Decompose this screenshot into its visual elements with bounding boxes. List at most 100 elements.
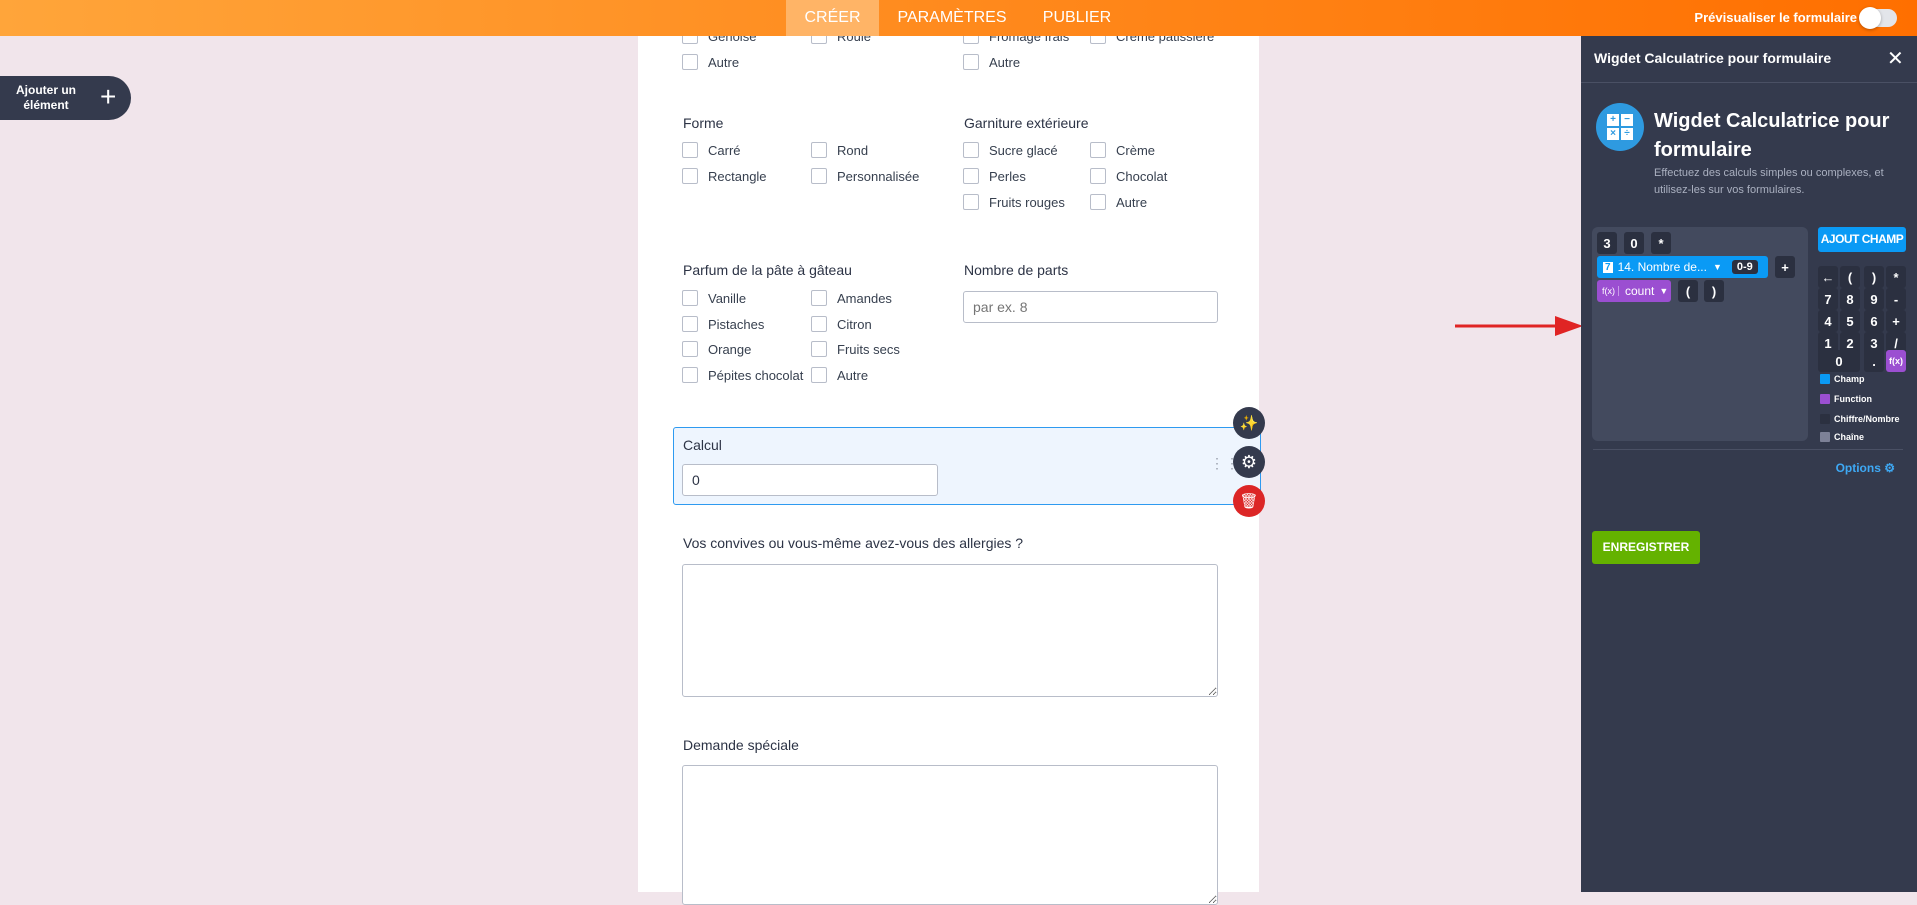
calcul-field[interactable]: Calcul 0 ⋮⋮ bbox=[673, 427, 1261, 505]
option-label: Fruits secs bbox=[837, 341, 900, 357]
save-button[interactable]: ENREGISTRER bbox=[1592, 531, 1700, 564]
key[interactable]: ) bbox=[1864, 266, 1884, 288]
checkbox-vanille[interactable]: Vanille bbox=[682, 290, 746, 306]
garniture-label: Garniture extérieure bbox=[964, 115, 1089, 131]
legend-function: Function bbox=[1820, 394, 1872, 404]
checkbox-creme[interactable]: Crème bbox=[1090, 142, 1155, 158]
key[interactable]: * bbox=[1886, 266, 1906, 288]
plus-icon: + bbox=[100, 81, 117, 112]
formula-token[interactable]: ( bbox=[1678, 280, 1698, 302]
checkbox-pepites-chocolat[interactable]: Pépites chocolat bbox=[682, 367, 803, 383]
checkbox-autre[interactable]: Autre bbox=[682, 54, 739, 70]
calcul-label: Calcul bbox=[683, 437, 722, 453]
preview-toggle[interactable] bbox=[1859, 7, 1897, 29]
checkbox-pistaches[interactable]: Pistaches bbox=[682, 316, 764, 332]
checkbox-autre[interactable]: Autre bbox=[1090, 194, 1147, 210]
checkbox-sucre-glace[interactable]: Sucre glacé bbox=[963, 142, 1058, 158]
option-label: Carré bbox=[708, 142, 741, 158]
option-label: Autre bbox=[837, 367, 869, 383]
checkbox-citron[interactable]: Citron bbox=[811, 316, 872, 332]
formula-token[interactable]: + bbox=[1775, 256, 1795, 278]
option-label: Rectangle bbox=[708, 168, 767, 184]
demande-label: Demande spéciale bbox=[683, 737, 799, 753]
formula-token[interactable]: * bbox=[1651, 232, 1671, 254]
key[interactable]: 8 bbox=[1840, 288, 1860, 310]
key-0[interactable]: 0 bbox=[1818, 350, 1860, 372]
key[interactable]: ← bbox=[1818, 266, 1838, 288]
function-chip-label: count bbox=[1625, 284, 1655, 298]
option-label: Perles bbox=[989, 168, 1026, 184]
formula-token[interactable]: 3 bbox=[1597, 232, 1617, 254]
add-field-button[interactable]: AJOUT CHAMP bbox=[1818, 227, 1906, 252]
option-label: Amandes bbox=[837, 290, 892, 306]
key[interactable]: + bbox=[1886, 310, 1906, 332]
legend-label: Chaîne bbox=[1834, 432, 1865, 442]
options-link[interactable]: Options ⚙ bbox=[1836, 461, 1895, 475]
panel-header-title: Wigdet Calculatrice pour formulaire bbox=[1594, 50, 1832, 66]
field-chip-label: 14. Nombre de... bbox=[1617, 260, 1707, 274]
key-function[interactable]: f(x) bbox=[1886, 350, 1906, 372]
option-label: Vanille bbox=[708, 290, 747, 306]
legend-label: Chiffre/Nombre bbox=[1834, 414, 1900, 424]
function-chip[interactable]: f(x) count ▼ bbox=[1597, 280, 1671, 302]
key[interactable]: 5 bbox=[1840, 310, 1860, 332]
checkbox-personnalisee[interactable]: Personnalisée bbox=[811, 168, 919, 184]
gear-icon[interactable]: ⚙ bbox=[1233, 446, 1265, 478]
forme-label: Forme bbox=[683, 115, 724, 131]
widget-title: Wigdet Calculatrice pour formulaire bbox=[1654, 110, 1890, 161]
key[interactable]: - bbox=[1886, 288, 1906, 310]
option-label: Crème bbox=[1116, 142, 1156, 158]
formula-token[interactable]: 0 bbox=[1624, 232, 1644, 254]
checkbox-fruits-secs[interactable]: Fruits secs bbox=[811, 341, 900, 357]
checkbox-autre[interactable]: Autre bbox=[963, 54, 1020, 70]
calcul-input[interactable]: 0 bbox=[682, 464, 938, 496]
top-bar: CRÉER PARAMÈTRES PUBLIER Prévisualiser l… bbox=[0, 0, 1917, 36]
tab-parametres[interactable]: PARAMÈTRES bbox=[896, 0, 1008, 36]
legend-chaine: Chaîne bbox=[1820, 432, 1864, 442]
key[interactable]: 7 bbox=[1818, 288, 1838, 310]
checkbox-rond[interactable]: Rond bbox=[811, 142, 868, 158]
close-icon[interactable]: ✕ bbox=[1887, 46, 1904, 71]
legend-label: Champ bbox=[1834, 374, 1865, 384]
formula-token[interactable]: ) bbox=[1704, 280, 1724, 302]
trash-icon[interactable]: 🗑 bbox=[1233, 485, 1265, 517]
option-label: Citron bbox=[837, 316, 872, 332]
demande-textarea[interactable] bbox=[682, 765, 1218, 905]
option-label: Sucre glacé bbox=[989, 142, 1058, 158]
option-label: Orange bbox=[708, 341, 752, 357]
checkbox-fruits-rouges[interactable]: Fruits rouges bbox=[963, 194, 1065, 210]
function-icon: f(x) bbox=[1602, 286, 1619, 296]
parfum-label: Parfum de la pâte à gâteau bbox=[683, 262, 852, 278]
legend-chiffre: Chiffre/Nombre bbox=[1820, 414, 1900, 424]
field-number: 7 bbox=[1603, 261, 1613, 273]
field-chip[interactable]: 7 14. Nombre de... ▼ 0-9 bbox=[1597, 256, 1768, 278]
key[interactable]: 6 bbox=[1864, 310, 1884, 332]
add-element-button[interactable]: Ajouter un élément + bbox=[0, 76, 131, 120]
key-dot[interactable]: . bbox=[1864, 350, 1884, 372]
gear-icon: ⚙ bbox=[1884, 461, 1895, 475]
parts-label: Nombre de parts bbox=[964, 262, 1069, 278]
allergies-textarea[interactable] bbox=[682, 564, 1218, 697]
checkbox-orange[interactable]: Orange bbox=[682, 341, 751, 357]
key[interactable]: ( bbox=[1840, 266, 1860, 288]
option-label: Autre bbox=[708, 54, 740, 70]
legend-champ: Champ bbox=[1820, 374, 1865, 384]
checkbox-amandes[interactable]: Amandes bbox=[811, 290, 892, 306]
checkbox-chocolat[interactable]: Chocolat bbox=[1090, 168, 1167, 184]
divider bbox=[1593, 449, 1903, 450]
magic-wand-icon[interactable]: ✨ bbox=[1233, 407, 1265, 439]
caret-down-icon: ▼ bbox=[1712, 262, 1722, 272]
option-label: Rond bbox=[837, 142, 869, 158]
tab-publier[interactable]: PUBLIER bbox=[1030, 0, 1124, 36]
option-label: Pépites chocolat bbox=[708, 367, 804, 383]
parts-input[interactable] bbox=[963, 291, 1218, 323]
checkbox-autre[interactable]: Autre bbox=[811, 367, 868, 383]
key[interactable]: 9 bbox=[1864, 288, 1884, 310]
key[interactable]: 4 bbox=[1818, 310, 1838, 332]
checkbox-perles[interactable]: Perles bbox=[963, 168, 1026, 184]
option-label: Pistaches bbox=[708, 316, 765, 332]
checkbox-carre[interactable]: Carré bbox=[682, 142, 741, 158]
checkbox-rectangle[interactable]: Rectangle bbox=[682, 168, 767, 184]
widget-description: Effectuez des calculs simples ou complex… bbox=[1654, 167, 1884, 196]
tab-creer[interactable]: CRÉER bbox=[786, 0, 879, 36]
